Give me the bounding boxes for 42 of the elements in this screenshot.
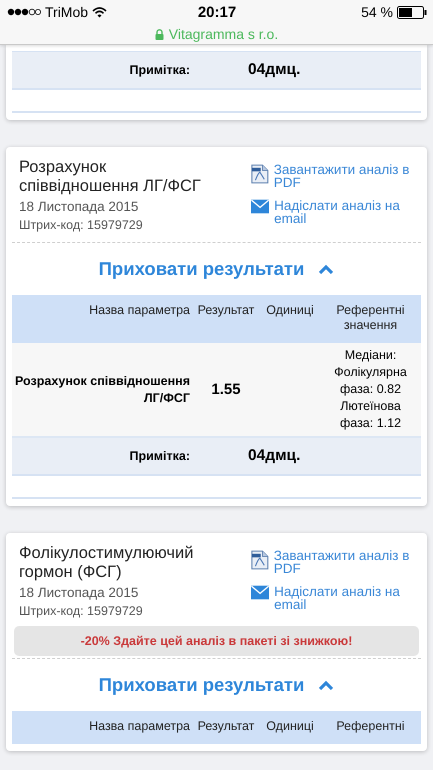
pdf-document-icon <box>251 163 269 185</box>
note-label: Примітка: <box>12 52 192 89</box>
column-header: Результат <box>192 295 260 343</box>
analysis-title: Розрахунок співвідношення ЛГ/ФСГ <box>19 158 202 196</box>
column-header: Одиниці <box>260 711 320 744</box>
note-label: Примітка: <box>12 437 192 475</box>
column-header: Назва параметра <box>12 295 192 343</box>
column-header: Результат <box>192 711 260 744</box>
send-email-link[interactable]: Надіслати аналіз на email <box>274 199 421 225</box>
carrier-name: TriMob <box>45 4 88 20</box>
wifi-icon <box>92 6 108 18</box>
signal-icon <box>7 8 41 16</box>
analysis-date: 18 Листопада 2015 <box>19 199 140 214</box>
download-pdf-link[interactable]: Завантажити аналіз в PDF <box>274 549 421 575</box>
lock-icon <box>154 28 164 40</box>
note-value: 04дмц. <box>248 61 300 78</box>
hide-results-toggle[interactable]: Приховати результати <box>98 243 334 295</box>
chevron-up-icon <box>318 680 334 690</box>
column-header: Одиниці <box>260 295 320 343</box>
envelope-icon <box>251 199 270 214</box>
parameter-name: Розрахунок співвідношення ЛГ/ФСГ <box>12 343 192 437</box>
barcode-text: Штрих-код: 15979729 <box>19 604 144 618</box>
barcode-text: Штрих-код: 15979729 <box>19 218 144 232</box>
send-email-link[interactable]: Надіслати аналіз на email <box>274 585 421 611</box>
battery-icon <box>397 6 427 18</box>
hide-results-toggle[interactable]: Приховати результати <box>98 659 334 711</box>
discount-banner[interactable]: -20% Здайте цей аналіз в пакеті зі знижкою! <box>14 626 419 656</box>
download-pdf-link[interactable]: Завантажити аналіз в PDF <box>274 163 421 189</box>
column-header: Назва параметра <box>12 711 192 744</box>
pdf-document-icon <box>251 549 269 571</box>
reference-values: Медіани: Фолікулярна фаза: 0.82 Лютеїнова фаза: 1.12 <box>320 343 421 437</box>
column-header: Референтні <box>320 711 421 744</box>
battery-percent: 54 % <box>361 4 393 20</box>
column-header: Референтні значення <box>320 295 421 343</box>
analysis-date: 18 Листопада 2015 <box>19 585 140 600</box>
analysis-title: Фолікулостимулюючий гормон (ФСГ) <box>19 544 194 582</box>
envelope-icon <box>251 585 270 600</box>
result-value: 1.55 <box>192 343 260 437</box>
note-value: 04дмц. <box>248 447 300 464</box>
clock-time: 20:17 <box>198 4 236 20</box>
chevron-up-icon <box>318 264 334 274</box>
site-name[interactable]: Vitagramma s r.o. <box>168 26 278 42</box>
